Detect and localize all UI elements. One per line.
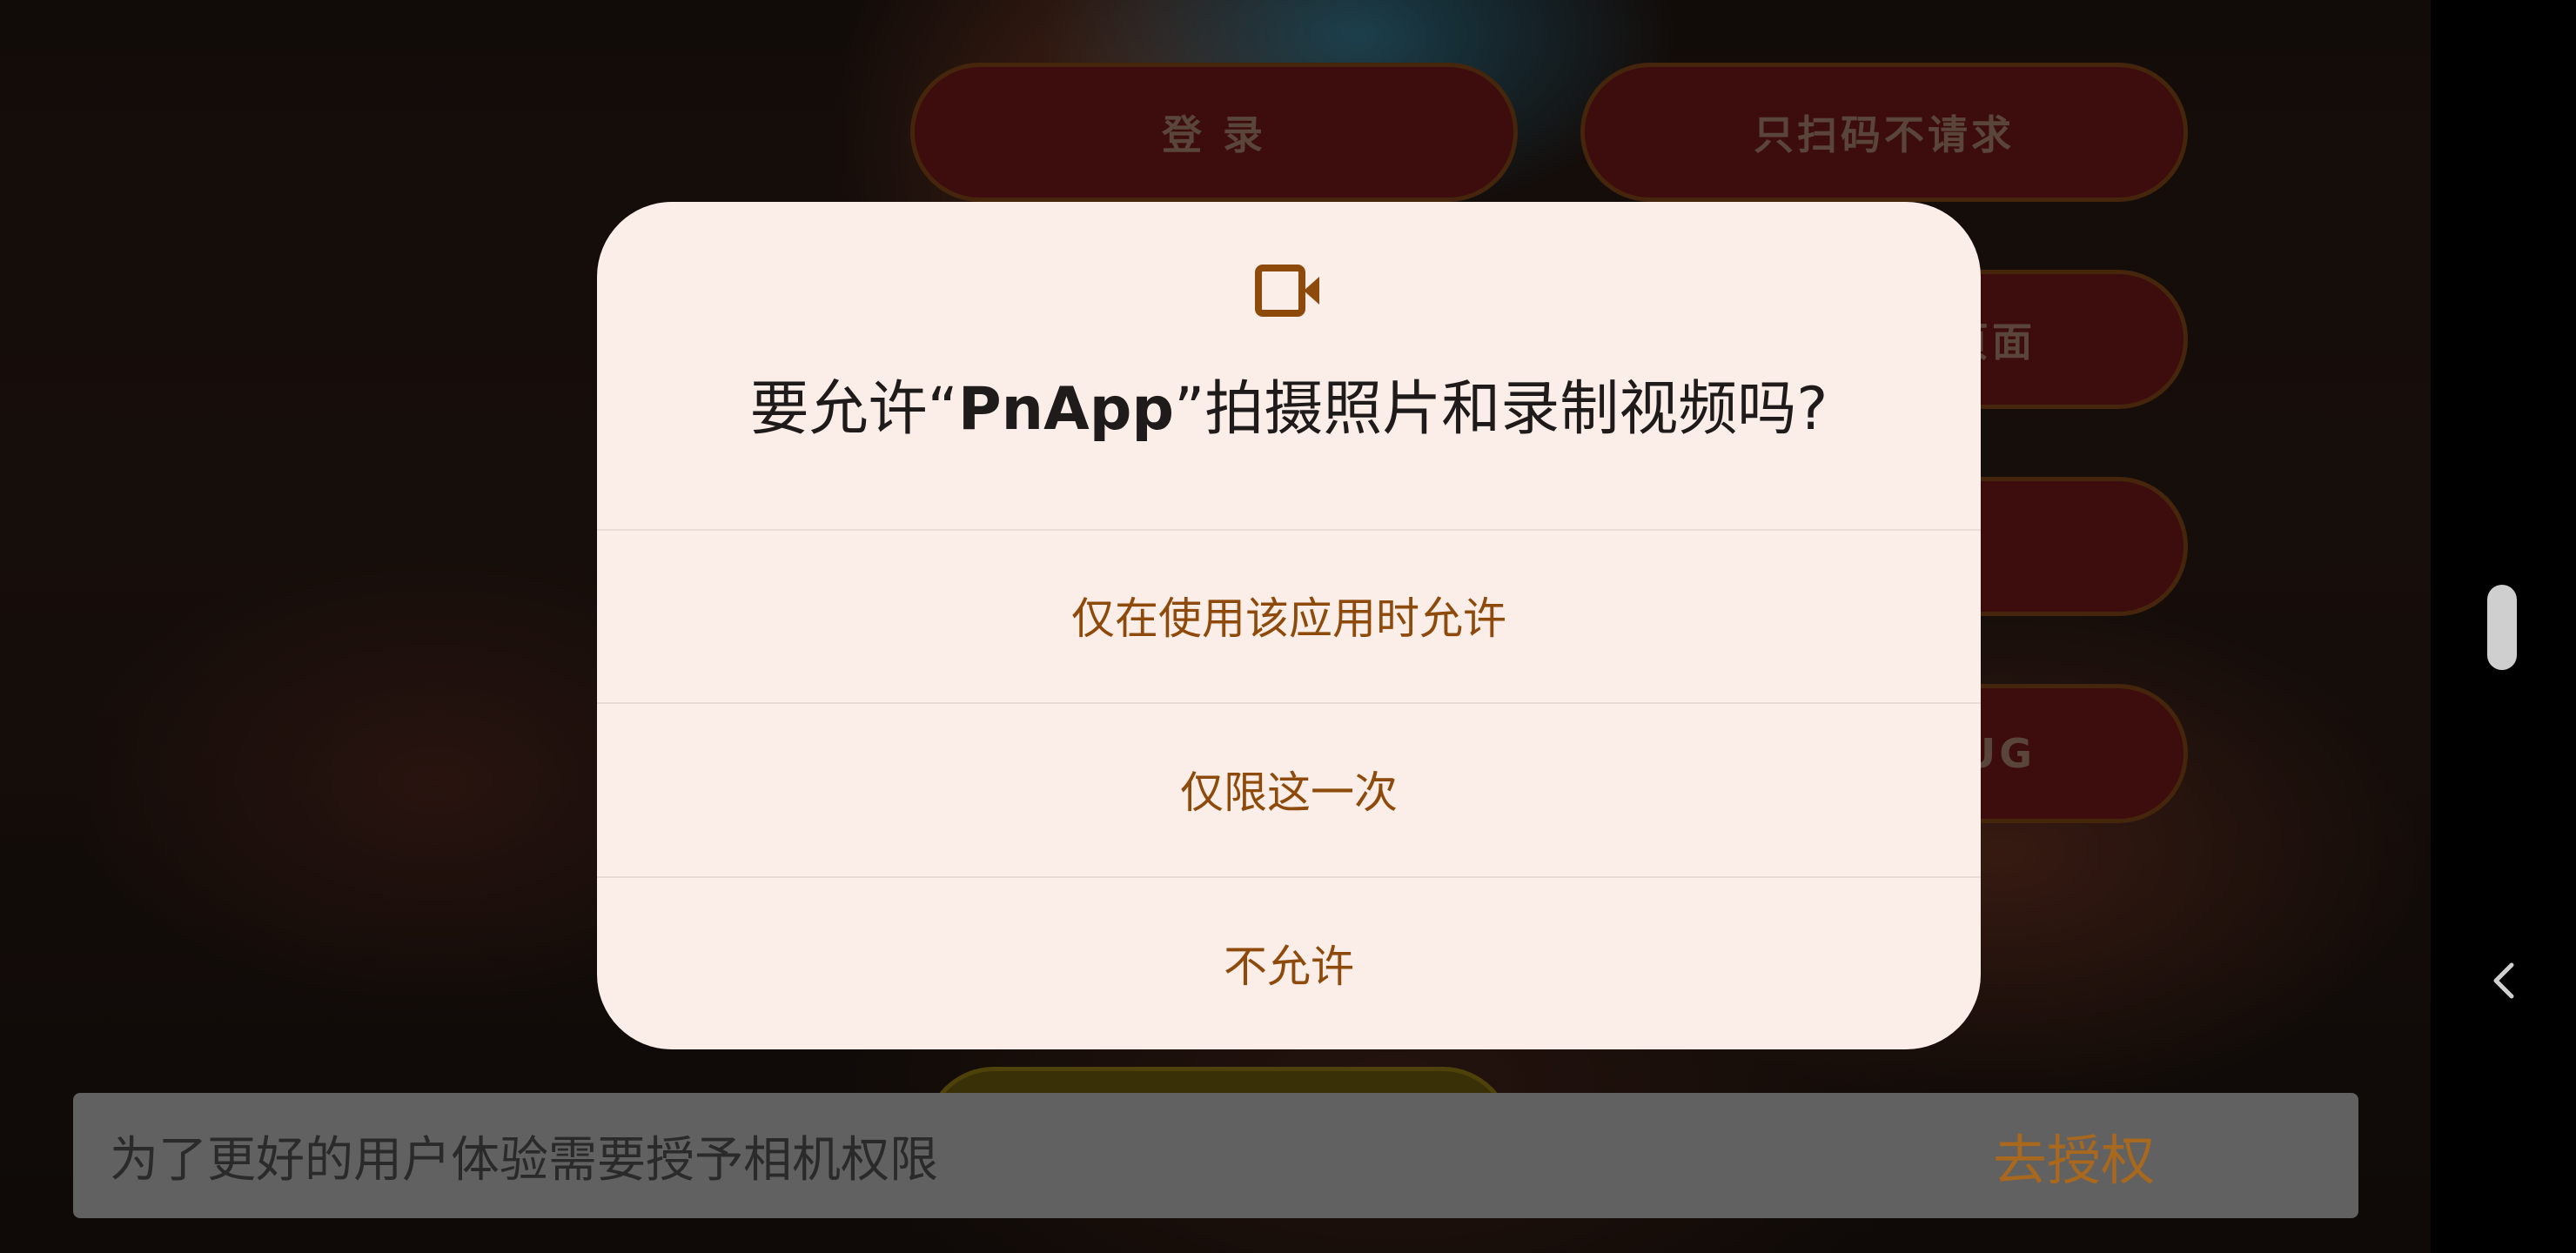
permission-snackbar: 为了更好的用户体验需要授予相机权限 去授权: [73, 1093, 2358, 1218]
title-prefix: 要允许“: [749, 375, 958, 444]
title-suffix: ”拍摄照片和录制视频吗?: [1174, 375, 1828, 444]
allow-while-using-button[interactable]: 仅在使用该应用时允许: [597, 529, 1981, 701]
screen: 登 录 只扫码不请求 页面 UG 为了更好的用户体验需要授予相机权限 去授权 要…: [0, 0, 2576, 1253]
chevron-left-icon[interactable]: [2487, 960, 2522, 1002]
deny-button[interactable]: 不允许: [597, 877, 1981, 1049]
snackbar-message: 为了更好的用户体验需要授予相机权限: [110, 1131, 938, 1189]
grant-permission-button[interactable]: 去授权: [1993, 1116, 2155, 1195]
app-name: PnApp: [957, 375, 1175, 444]
scroll-handle[interactable]: [2487, 585, 2517, 670]
allow-once-button[interactable]: 仅限这一次: [597, 703, 1981, 875]
allow-once-label: 仅限这一次: [1180, 767, 1398, 818]
dialog-title: 要允许“PnApp”拍摄照片和录制视频吗?: [597, 360, 1981, 446]
allow-while-using-label: 仅在使用该应用时允许: [1071, 593, 1506, 644]
camera-permission-dialog: 要允许“PnApp”拍摄照片和录制视频吗? 仅在使用该应用时允许 仅限这一次 不…: [597, 202, 1981, 1049]
video-camera-icon: [1255, 265, 1319, 317]
deny-label: 不允许: [1224, 941, 1354, 992]
